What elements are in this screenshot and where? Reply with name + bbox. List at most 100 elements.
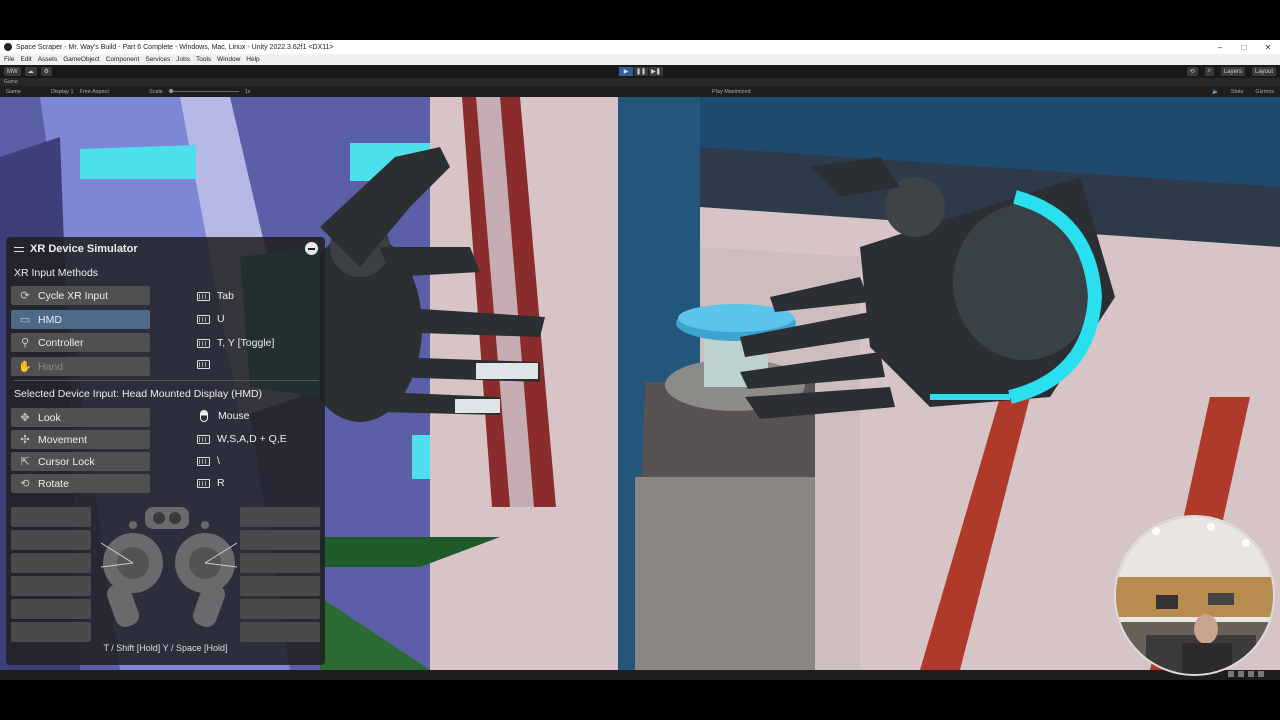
history-icon[interactable]: ⟲	[1186, 67, 1198, 76]
keyboard-icon	[197, 360, 210, 369]
pause-button[interactable]: ❚❚	[634, 67, 648, 76]
look-key-label: Mouse	[218, 410, 250, 422]
simulator-header[interactable]: XR Device Simulator	[14, 243, 138, 255]
menu-help[interactable]: Help	[246, 56, 259, 63]
look-label: Look	[38, 411, 61, 424]
controller-icon: ⚲	[20, 337, 30, 349]
section-divider	[14, 380, 319, 381]
letterbox-top	[0, 0, 1280, 40]
scale-value: 1x	[244, 88, 251, 95]
aspect-dropdown[interactable]: Free Aspect	[80, 89, 109, 95]
menu-window[interactable]: Window	[217, 56, 240, 63]
mapping-slot	[11, 576, 91, 596]
movement-label: Movement	[38, 433, 88, 446]
rotate-label: Rotate	[38, 477, 69, 490]
minimize-button[interactable]: –	[1208, 43, 1232, 52]
input-methods-label: XR Input Methods	[14, 267, 99, 279]
search-icon[interactable]: ⌕	[1204, 67, 1214, 76]
display-dropdown[interactable]: Display 1	[51, 89, 74, 95]
rotate-key-label: R	[217, 477, 225, 489]
collapse-button[interactable]	[305, 242, 318, 255]
controller-label: Controller	[38, 336, 84, 349]
hmd-button[interactable]: ▭ HMD	[11, 310, 150, 329]
keyboard-icon	[197, 434, 210, 444]
cycle-xr-input-label: Cycle XR Input	[38, 289, 109, 302]
play-button[interactable]: ▶	[619, 67, 633, 76]
look-icon: ✥	[20, 412, 30, 424]
keyboard-icon	[197, 314, 210, 324]
maximize-button[interactable]: □	[1232, 43, 1256, 52]
keyboard-icon	[197, 338, 210, 348]
menu-file[interactable]: File	[4, 56, 14, 63]
view-dropdown[interactable]: Game	[6, 89, 21, 95]
cursor-lock-key: \	[197, 455, 220, 467]
status-bar	[0, 670, 1280, 680]
mapping-slot	[240, 576, 320, 596]
cycle-xr-input-button[interactable]: ⟳ Cycle XR Input	[11, 286, 150, 305]
menu-tools[interactable]: Tools	[196, 56, 211, 63]
tray-icon[interactable]	[1258, 671, 1264, 677]
unity-app-icon	[4, 43, 12, 51]
mapping-slot	[11, 622, 91, 642]
menu-gameobject[interactable]: GameObject	[63, 56, 100, 63]
cursor-lock-key-label: \	[217, 455, 220, 467]
controller-mapping-diagram	[9, 505, 322, 650]
controller-button[interactable]: ⚲ Controller	[11, 333, 150, 352]
mapping-slot	[240, 553, 320, 573]
mapping-slot	[11, 599, 91, 619]
controller-key-label: T, Y [Toggle]	[217, 337, 275, 349]
menu-edit[interactable]: Edit	[20, 56, 31, 63]
gizmos-button[interactable]: Gizmos	[1255, 89, 1274, 95]
layers-dropdown[interactable]: Layers	[1220, 67, 1245, 76]
webcam-image	[1116, 517, 1273, 674]
tray-icon[interactable]	[1238, 671, 1244, 677]
mouse-icon	[200, 410, 208, 422]
keyboard-icon	[197, 291, 210, 301]
tab-bar: Game	[0, 78, 1280, 86]
close-button[interactable]: ✕	[1256, 43, 1280, 52]
selected-device-label: Selected Device Input: Head Mounted Disp…	[14, 388, 263, 400]
keyboard-icon	[197, 456, 210, 466]
webcam-overlay	[1114, 515, 1275, 676]
look-button[interactable]: ✥ Look	[11, 408, 150, 427]
mapping-slot	[11, 553, 91, 573]
cursor-icon: ⇱	[20, 456, 30, 468]
tray-icon[interactable]	[1248, 671, 1254, 677]
play-maximized-dropdown[interactable]: Play Maximized	[712, 89, 751, 95]
tab-game[interactable]: Game	[4, 79, 18, 85]
cursor-lock-button[interactable]: ⇱ Cursor Lock	[11, 452, 150, 471]
mapping-slot	[240, 530, 320, 550]
gamebar-right: 🔈 Stats Gizmos	[1206, 89, 1274, 95]
audio-icon[interactable]: 🔈	[1212, 89, 1219, 95]
keyboard-icon	[197, 478, 210, 488]
toolbar-right: ⟲ ⌕ Layers Layout	[1183, 67, 1276, 76]
rotate-button[interactable]: ⟲ Rotate	[11, 474, 150, 493]
hand-icon: ✋	[18, 361, 32, 373]
hand-button[interactable]: ✋ Hand	[11, 357, 150, 376]
menu-bar: File Edit Assets GameObject Component Se…	[0, 54, 1280, 65]
cloud-icon[interactable]: ☁	[24, 67, 37, 76]
drag-handle-icon[interactable]	[14, 246, 24, 252]
mapping-slot	[11, 507, 91, 527]
scale-slider[interactable]	[168, 89, 239, 93]
hmd-label: HMD	[38, 313, 62, 326]
cycle-xr-input-key-label: Tab	[217, 290, 234, 302]
letterbox-bottom	[0, 680, 1280, 720]
movement-key-label: W,S,A,D + Q,E	[217, 433, 287, 445]
mapping-slot	[240, 507, 320, 527]
tray-icon[interactable]	[1228, 671, 1234, 677]
account-dropdown[interactable]: MW	[4, 67, 21, 76]
controller-key: T, Y [Toggle]	[197, 337, 274, 349]
layout-dropdown[interactable]: Layout	[1251, 67, 1276, 76]
step-button[interactable]: ▶❚	[649, 67, 663, 76]
menu-component[interactable]: Component	[106, 56, 140, 63]
look-key: Mouse	[197, 410, 250, 422]
menu-services[interactable]: Services	[145, 56, 170, 63]
stats-button[interactable]: Stats	[1231, 89, 1244, 95]
menu-assets[interactable]: Assets	[38, 56, 58, 63]
collab-icon[interactable]: ⚙	[40, 67, 53, 76]
mapping-slot	[11, 530, 91, 550]
movement-button[interactable]: ✣ Movement	[11, 430, 150, 449]
menu-jobs[interactable]: Jobs	[176, 56, 190, 63]
scale-slider-knob[interactable]	[168, 89, 173, 93]
